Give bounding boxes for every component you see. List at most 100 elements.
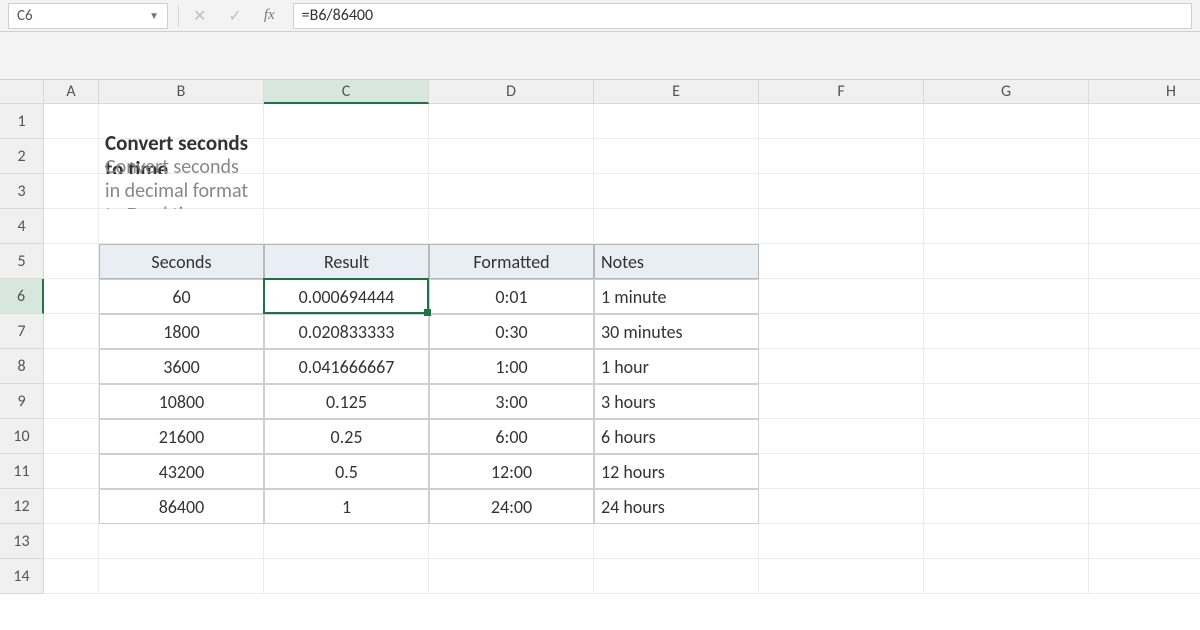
cell-G8[interactable] [924, 349, 1089, 384]
row-header-14[interactable]: 14 [0, 559, 44, 594]
row-header-3[interactable]: 3 [0, 174, 44, 209]
col-header-C[interactable]: C [264, 80, 429, 104]
cell-C14[interactable] [264, 559, 429, 594]
cell-A2[interactable] [44, 139, 99, 174]
cell-A10[interactable] [44, 419, 99, 454]
col-header-B[interactable]: B [99, 80, 264, 104]
cell-E11[interactable]: 12 hours [594, 454, 759, 489]
cell-G9[interactable] [924, 384, 1089, 419]
cell-D4[interactable] [429, 209, 594, 244]
cell-B9[interactable]: 10800 [99, 384, 264, 419]
cell-F4[interactable] [759, 209, 924, 244]
cell-E2[interactable] [594, 139, 759, 174]
cell-F14[interactable] [759, 559, 924, 594]
col-header-A[interactable]: A [44, 80, 99, 104]
cell-F2[interactable] [759, 139, 924, 174]
cell-C1[interactable] [264, 104, 429, 139]
cell-B10[interactable]: 21600 [99, 419, 264, 454]
cell-H9[interactable] [1089, 384, 1200, 419]
cell-H12[interactable] [1089, 489, 1200, 524]
cell-G3[interactable] [924, 174, 1089, 209]
select-all-corner[interactable] [0, 80, 44, 104]
cell-B11[interactable]: 43200 [99, 454, 264, 489]
cell-B3[interactable]: Convert seconds in decimal format to Exc… [99, 174, 264, 209]
cell-A7[interactable] [44, 314, 99, 349]
cell-C9[interactable]: 0.125 [264, 384, 429, 419]
row-header-7[interactable]: 7 [0, 314, 44, 349]
row-header-8[interactable]: 8 [0, 349, 44, 384]
col-header-G[interactable]: G [924, 80, 1089, 104]
cell-D7[interactable]: 0:30 [429, 314, 594, 349]
row-header-4[interactable]: 4 [0, 209, 44, 244]
row-header-1[interactable]: 1 [0, 104, 44, 139]
cell-H1[interactable] [1089, 104, 1200, 139]
cell-C6[interactable]: 0.000694444 [264, 279, 429, 314]
cell-G14[interactable] [924, 559, 1089, 594]
cell-E4[interactable] [594, 209, 759, 244]
cell-C10[interactable]: 0.25 [264, 419, 429, 454]
cell-D6[interactable]: 0:01 [429, 279, 594, 314]
cell-D13[interactable] [429, 524, 594, 559]
cell-E1[interactable] [594, 104, 759, 139]
cell-B14[interactable] [99, 559, 264, 594]
cell-H13[interactable] [1089, 524, 1200, 559]
cell-H7[interactable] [1089, 314, 1200, 349]
cell-D5[interactable]: Formatted [429, 244, 594, 279]
cell-C3[interactable] [264, 174, 429, 209]
cell-F11[interactable] [759, 454, 924, 489]
cell-E8[interactable]: 1 hour [594, 349, 759, 384]
cell-E12[interactable]: 24 hours [594, 489, 759, 524]
cell-G1[interactable] [924, 104, 1089, 139]
cell-F7[interactable] [759, 314, 924, 349]
cell-H6[interactable] [1089, 279, 1200, 314]
cell-G13[interactable] [924, 524, 1089, 559]
cell-D3[interactable] [429, 174, 594, 209]
cell-G10[interactable] [924, 419, 1089, 454]
row-header-5[interactable]: 5 [0, 244, 44, 279]
cell-D8[interactable]: 1:00 [429, 349, 594, 384]
cell-H5[interactable] [1089, 244, 1200, 279]
cell-C7[interactable]: 0.020833333 [264, 314, 429, 349]
cell-G2[interactable] [924, 139, 1089, 174]
row-header-2[interactable]: 2 [0, 139, 44, 174]
cell-F8[interactable] [759, 349, 924, 384]
cell-H8[interactable] [1089, 349, 1200, 384]
cell-G12[interactable] [924, 489, 1089, 524]
cell-F5[interactable] [759, 244, 924, 279]
cell-B8[interactable]: 3600 [99, 349, 264, 384]
cell-E14[interactable] [594, 559, 759, 594]
cell-G11[interactable] [924, 454, 1089, 489]
cell-A14[interactable] [44, 559, 99, 594]
cell-B7[interactable]: 1800 [99, 314, 264, 349]
cell-F12[interactable] [759, 489, 924, 524]
col-header-E[interactable]: E [594, 80, 759, 104]
col-header-F[interactable]: F [759, 80, 924, 104]
cell-G7[interactable] [924, 314, 1089, 349]
cell-A8[interactable] [44, 349, 99, 384]
cell-E7[interactable]: 30 minutes [594, 314, 759, 349]
cell-B6[interactable]: 60 [99, 279, 264, 314]
cell-B12[interactable]: 86400 [99, 489, 264, 524]
cell-B5[interactable]: Seconds [99, 244, 264, 279]
cell-F6[interactable] [759, 279, 924, 314]
cell-A1[interactable] [44, 104, 99, 139]
name-box[interactable]: C6 ▼ [8, 3, 168, 29]
row-header-9[interactable]: 9 [0, 384, 44, 419]
cell-A6[interactable] [44, 279, 99, 314]
cell-C8[interactable]: 0.041666667 [264, 349, 429, 384]
cell-D9[interactable]: 3:00 [429, 384, 594, 419]
cell-A9[interactable] [44, 384, 99, 419]
cell-F1[interactable] [759, 104, 924, 139]
cell-D11[interactable]: 12:00 [429, 454, 594, 489]
cell-H4[interactable] [1089, 209, 1200, 244]
cell-D1[interactable] [429, 104, 594, 139]
cell-C5[interactable]: Result [264, 244, 429, 279]
cell-H11[interactable] [1089, 454, 1200, 489]
cell-H3[interactable] [1089, 174, 1200, 209]
dropdown-icon[interactable]: ▼ [149, 9, 159, 22]
cell-A11[interactable] [44, 454, 99, 489]
cell-H10[interactable] [1089, 419, 1200, 454]
cell-H14[interactable] [1089, 559, 1200, 594]
cell-E6[interactable]: 1 minute [594, 279, 759, 314]
cell-E13[interactable] [594, 524, 759, 559]
